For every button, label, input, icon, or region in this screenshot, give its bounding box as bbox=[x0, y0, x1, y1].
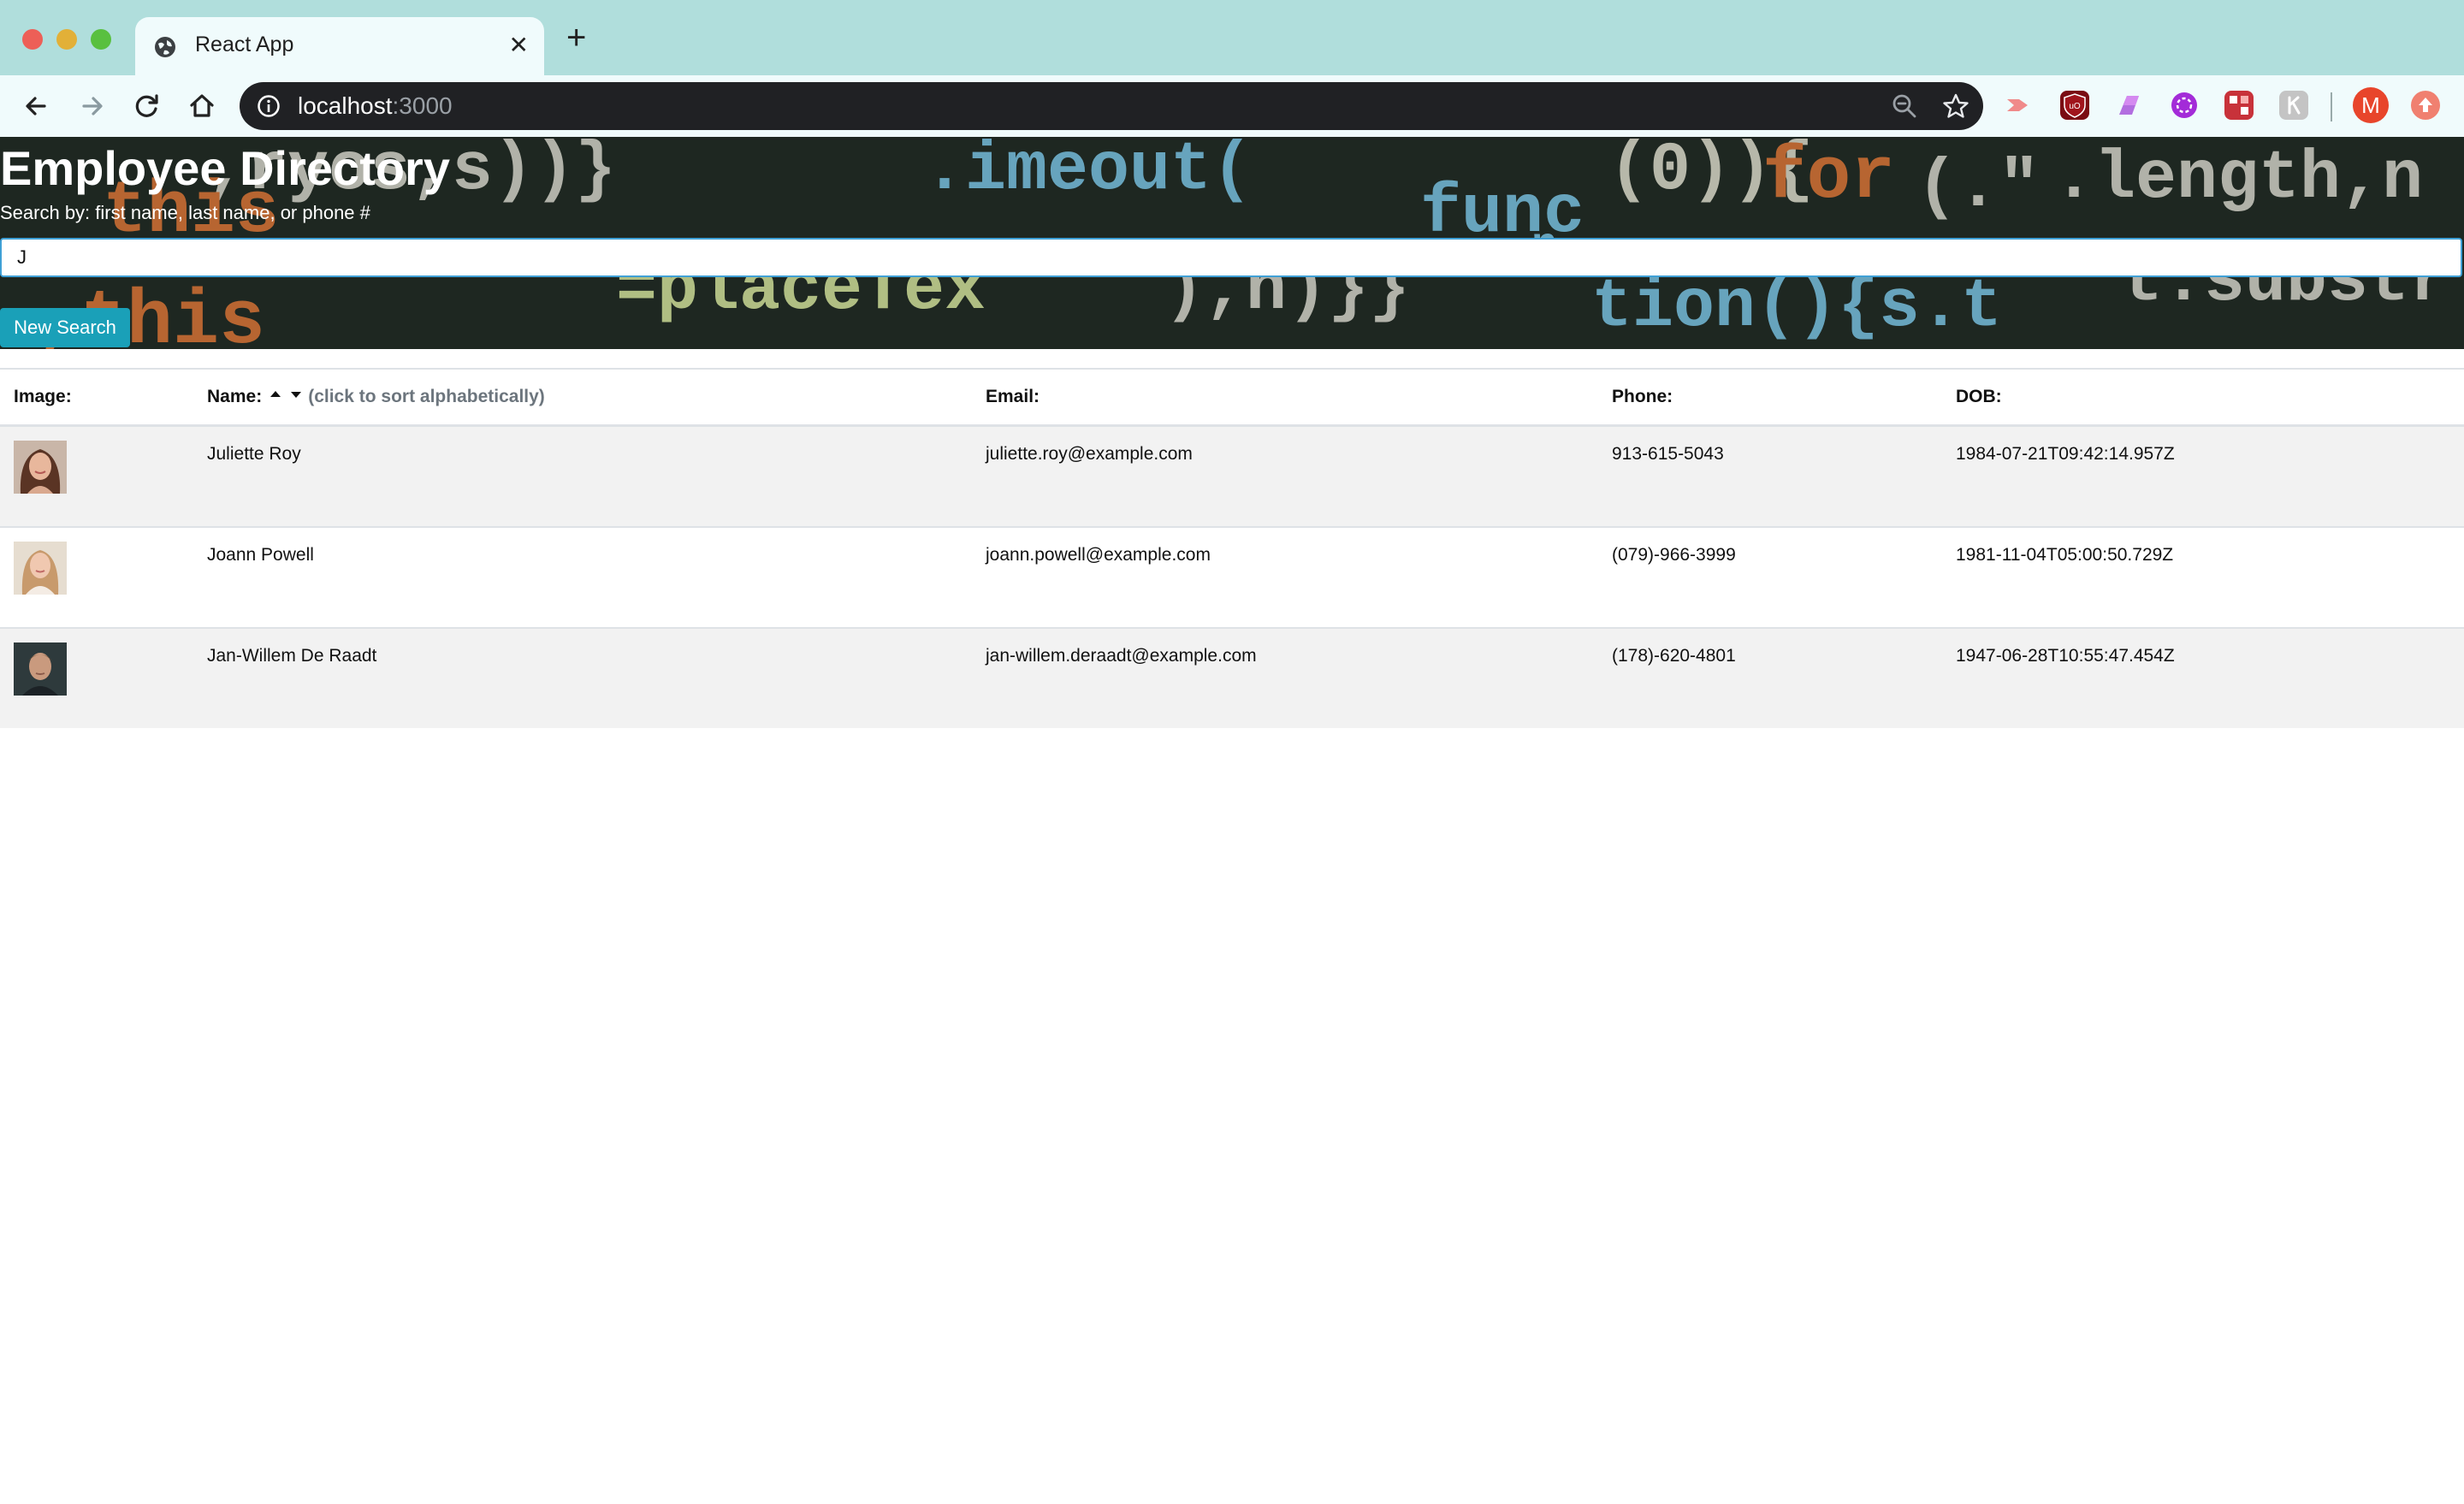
svg-text:uO: uO bbox=[2069, 102, 2081, 111]
ext-orange-icon[interactable] bbox=[2411, 91, 2440, 120]
employee-email: juliette.roy@example.com bbox=[986, 424, 1612, 527]
employee-name: Joann Powell bbox=[207, 526, 986, 628]
window-close-button[interactable] bbox=[22, 29, 43, 50]
employee-phone: 913-615-5043 bbox=[1612, 424, 1956, 527]
sort-down-icon[interactable] bbox=[289, 388, 303, 400]
avatar bbox=[14, 441, 67, 494]
table-header-row: Image: Name: (click to sort alphabeticall… bbox=[0, 368, 2464, 427]
employee-table: Image: Name: (click to sort alphabeticall… bbox=[0, 368, 2464, 728]
page-content: ,ryos,s))} this .imeout( func (0)){ for … bbox=[0, 137, 2464, 1504]
url-text: localhost:3000 bbox=[298, 92, 453, 120]
sort-arrows[interactable] bbox=[269, 387, 303, 407]
header-banner: ,ryos,s))} this .imeout( func (0)){ for … bbox=[0, 137, 2464, 349]
header-name-label[interactable]: Name: bbox=[207, 387, 262, 406]
header-image: Image: bbox=[0, 368, 207, 427]
ext-violet-icon[interactable] bbox=[2170, 91, 2199, 120]
sort-hint: (click to sort alphabetically) bbox=[308, 387, 545, 406]
header-dob: DOB: bbox=[1956, 368, 2464, 427]
page-title: Employee Directory bbox=[0, 141, 450, 195]
table-row: Joann Powell joann.powell@example.com (0… bbox=[0, 526, 2464, 628]
employee-email: jan-willem.deraadt@example.com bbox=[986, 627, 1612, 728]
close-tab-icon[interactable]: ✕ bbox=[509, 31, 529, 59]
toolbar-divider bbox=[2331, 92, 2332, 121]
table-row: Juliette Roy juliette.roy@example.com 91… bbox=[0, 424, 2464, 527]
browser-tab[interactable]: React App ✕ bbox=[135, 17, 544, 75]
window-maximize-button[interactable] bbox=[91, 29, 111, 50]
search-hint: Search by: first name, last name, or pho… bbox=[0, 202, 370, 223]
employee-phone: (079)-966-3999 bbox=[1612, 526, 1956, 628]
bookmark-star-icon[interactable] bbox=[1942, 92, 1969, 120]
ext-red-icon[interactable] bbox=[2224, 91, 2254, 120]
home-icon[interactable] bbox=[185, 89, 219, 123]
globe-icon bbox=[155, 37, 175, 57]
browser-tab-strip: React App ✕ + bbox=[0, 0, 2464, 75]
header-name[interactable]: Name: (click to sort alphabetically) bbox=[207, 368, 986, 427]
tab-title: React App bbox=[195, 33, 294, 56]
url-port: :3000 bbox=[392, 92, 453, 119]
window-minimize-button[interactable] bbox=[56, 29, 77, 50]
avatar-cell bbox=[0, 526, 207, 628]
employee-dob: 1981-11-04T05:00:50.729Z bbox=[1956, 526, 2464, 628]
ext-purple-icon[interactable] bbox=[2115, 91, 2144, 120]
new-tab-icon[interactable]: + bbox=[566, 21, 586, 55]
info-icon[interactable] bbox=[257, 94, 281, 118]
header-email: Email: bbox=[986, 368, 1612, 427]
browser-toolbar: localhost:3000 uO M bbox=[0, 75, 2464, 137]
address-bar[interactable]: localhost:3000 bbox=[240, 82, 1983, 130]
employee-name: Jan-Willem De Raadt bbox=[207, 627, 986, 728]
employee-email: joann.powell@example.com bbox=[986, 526, 1612, 628]
avatar bbox=[14, 542, 67, 595]
zoom-icon[interactable] bbox=[1891, 92, 1918, 120]
table-row: Jan-Willem De Raadt jan-willem.deraadt@e… bbox=[0, 627, 2464, 728]
employee-dob: 1947-06-28T10:55:47.454Z bbox=[1956, 627, 2464, 728]
new-search-button[interactable]: New Search bbox=[0, 308, 130, 347]
employee-name: Juliette Roy bbox=[207, 424, 986, 527]
forward-icon[interactable] bbox=[75, 89, 110, 123]
employee-dob: 1984-07-21T09:42:14.957Z bbox=[1956, 424, 2464, 527]
ext-gray-icon[interactable] bbox=[2279, 91, 2308, 120]
header-phone: Phone: bbox=[1612, 368, 1956, 427]
reload-icon[interactable] bbox=[130, 89, 164, 123]
profile-avatar[interactable]: M bbox=[2353, 87, 2389, 123]
employee-phone: (178)-620-4801 bbox=[1612, 627, 1956, 728]
sort-up-icon[interactable] bbox=[269, 388, 282, 400]
avatar-cell bbox=[0, 627, 207, 728]
avatar-cell bbox=[0, 424, 207, 527]
search-input[interactable] bbox=[0, 238, 2462, 277]
avatar bbox=[14, 642, 67, 696]
ublock-icon[interactable]: uO bbox=[2060, 91, 2089, 120]
ext-red-arrow-icon[interactable] bbox=[2004, 91, 2033, 120]
url-host: localhost bbox=[298, 92, 393, 119]
back-icon[interactable] bbox=[19, 89, 53, 123]
